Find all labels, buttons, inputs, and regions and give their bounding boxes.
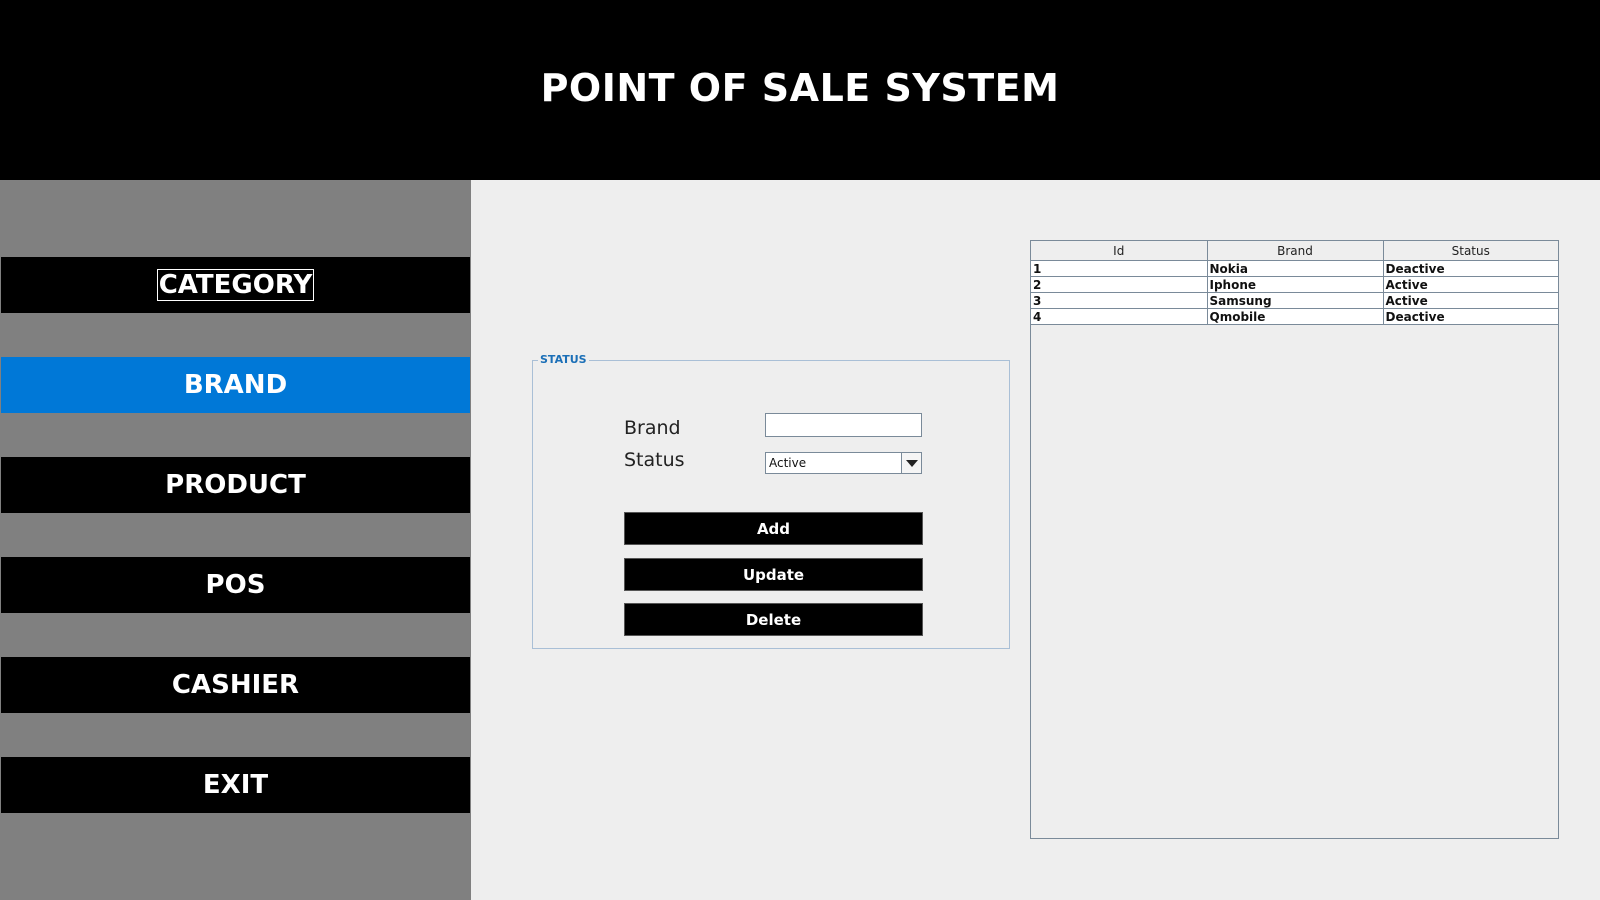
- table-row[interactable]: 3 Samsung Active: [1031, 292, 1558, 309]
- sidebar-item-pos[interactable]: POS: [1, 557, 470, 613]
- brand-table-panel: Id Brand Status 1 Nokia Deactive 2 Iphon…: [1030, 240, 1559, 839]
- sidebar-item-brand[interactable]: BRAND: [1, 357, 470, 413]
- status-group-title: STATUS: [538, 353, 589, 367]
- delete-button[interactable]: Delete: [624, 603, 923, 636]
- cell-brand: Iphone: [1206, 276, 1384, 293]
- brand-label: Brand: [624, 417, 681, 439]
- status-label: Status: [624, 449, 685, 471]
- table-header-row: Id Brand Status: [1031, 241, 1558, 261]
- update-button[interactable]: Update: [624, 558, 923, 591]
- status-select-value: Active: [769, 456, 807, 470]
- cell-brand: Qmobile: [1206, 308, 1384, 325]
- sidebar-item-category[interactable]: CATEGORY: [1, 257, 470, 313]
- cell-status: Deactive: [1382, 308, 1558, 325]
- column-header-id[interactable]: Id: [1031, 241, 1208, 261]
- sidebar-item-label: PRODUCT: [165, 470, 306, 500]
- cell-brand: Samsung: [1206, 292, 1384, 309]
- cell-status: Active: [1382, 276, 1558, 293]
- cell-status: Deactive: [1382, 260, 1558, 277]
- chevron-down-icon: [905, 459, 918, 467]
- brand-input[interactable]: [765, 413, 922, 437]
- app-header: POINT OF SALE SYSTEM: [0, 0, 1600, 180]
- sidebar-item-label: CASHIER: [171, 670, 300, 700]
- cell-id: 4: [1031, 308, 1208, 325]
- brand-table: Id Brand Status 1 Nokia Deactive 2 Iphon…: [1031, 241, 1558, 325]
- status-select[interactable]: Active: [765, 452, 922, 474]
- cell-id: 3: [1031, 292, 1208, 309]
- add-button[interactable]: Add: [624, 512, 923, 545]
- column-header-status[interactable]: Status: [1382, 241, 1558, 261]
- sidebar-item-exit[interactable]: EXIT: [1, 757, 470, 813]
- sidebar-item-label: BRAND: [183, 370, 288, 400]
- sidebar-item-label: POS: [205, 570, 266, 600]
- sidebar-item-product[interactable]: PRODUCT: [1, 457, 470, 513]
- app-title: POINT OF SALE SYSTEM: [540, 66, 1060, 110]
- sidebar-nav: CATEGORY BRAND PRODUCT POS CASHIER EXIT: [0, 180, 471, 900]
- cell-status: Active: [1382, 292, 1558, 309]
- cell-id: 2: [1031, 276, 1208, 293]
- sidebar-item-label: EXIT: [202, 770, 269, 800]
- sidebar-item-label: CATEGORY: [156, 269, 315, 301]
- sidebar-item-cashier[interactable]: CASHIER: [1, 657, 470, 713]
- column-header-brand[interactable]: Brand: [1206, 241, 1384, 261]
- cell-id: 1: [1031, 260, 1208, 277]
- table-row[interactable]: 2 Iphone Active: [1031, 276, 1558, 293]
- cell-brand: Nokia: [1206, 260, 1384, 277]
- table-row[interactable]: 1 Nokia Deactive: [1031, 260, 1558, 277]
- table-row[interactable]: 4 Qmobile Deactive: [1031, 308, 1558, 325]
- dropdown-button[interactable]: [901, 453, 921, 473]
